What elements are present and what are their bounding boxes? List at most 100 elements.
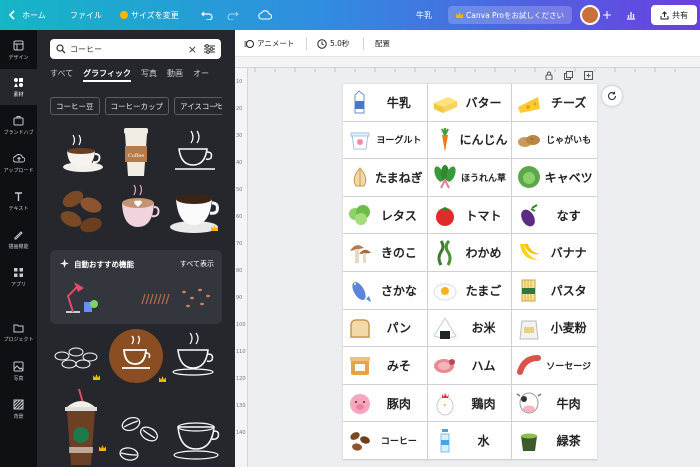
label-card[interactable]: 豚肉 (343, 384, 428, 423)
position-button[interactable]: 配置 (375, 30, 390, 57)
add-page-icon[interactable] (584, 71, 593, 80)
tab-all[interactable]: すべて (50, 68, 73, 82)
lamp-illustration (66, 282, 98, 313)
graphic-latte-art[interactable] (114, 183, 166, 235)
food-label-grid: 牛乳 バター チーズ ヨーグルト にんじん じゃがいも たまねぎ ほうれん草 キ… (343, 84, 597, 460)
search-icon (56, 44, 66, 54)
suggestion-chips: コーヒー豆 コーヒーカップ アイスコーヒ (50, 97, 222, 115)
label-card[interactable]: パン (343, 309, 428, 348)
label-card[interactable]: じゃがいも (512, 122, 597, 160)
rail-item-upload[interactable]: アップロード (0, 145, 37, 181)
lock-icon[interactable] (545, 71, 553, 80)
home-link[interactable]: ホーム (22, 0, 46, 30)
label-card[interactable]: ソーセージ (512, 347, 597, 385)
graphic-cup-line-art[interactable] (168, 330, 220, 382)
chip-coffee-beans[interactable]: コーヒー豆 (50, 97, 100, 115)
auto-recommend-card[interactable]: 自動おすすめ機能 すべて表示 (50, 250, 222, 324)
rail-item-text[interactable]: テキスト (0, 183, 37, 219)
graphic-cup-and-saucer[interactable] (166, 181, 219, 233)
label-card[interactable]: 小麦粉 (512, 310, 597, 348)
butter-icon (433, 97, 457, 114)
label-card[interactable]: 緑茶 (512, 422, 597, 460)
toolbar-divider (306, 37, 307, 50)
label-card[interactable]: 鶏肉 (427, 384, 513, 423)
rail-item-elements[interactable]: 素材 (0, 69, 37, 105)
share-button[interactable]: 共有 (651, 5, 697, 25)
label-card[interactable]: バター (427, 84, 513, 122)
label-card[interactable]: トマト (427, 196, 513, 235)
document-title[interactable]: 牛乳 (416, 0, 432, 30)
tab-graphics[interactable]: グラフィック (83, 68, 131, 82)
rail-item-draw[interactable]: 描画機能 (0, 221, 37, 257)
label-card[interactable]: ほうれん草 (427, 159, 513, 197)
graphic-coffee-cup[interactable] (57, 127, 109, 179)
graphic-frappe-cup[interactable] (59, 387, 111, 467)
filter-icon[interactable] (204, 44, 215, 54)
insights-icon[interactable] (626, 0, 636, 30)
duplicate-page-icon[interactable] (564, 71, 573, 80)
graphic-coffee-line-art[interactable] (169, 127, 221, 179)
graphic-latte-line-art[interactable] (170, 413, 222, 467)
pattern-illustration (141, 288, 210, 308)
label-card[interactable]: さかな (343, 271, 428, 310)
back-icon[interactable] (8, 0, 16, 30)
label-card[interactable]: わかめ (427, 234, 513, 272)
rail-item-background[interactable]: 背景 (0, 391, 37, 427)
rail-item-brand[interactable]: ブランドハブ (0, 107, 37, 143)
graphic-takeaway-cup[interactable]: Coffee (110, 124, 162, 176)
label-card[interactable]: 牛乳 (343, 84, 428, 122)
label-card[interactable]: 牛肉 (512, 385, 597, 423)
add-member-icon[interactable]: + (602, 0, 612, 30)
rail-item-projects[interactable]: プロジェクト (0, 315, 37, 351)
label-card[interactable]: なす (512, 197, 597, 235)
see-all-link[interactable]: すべて表示 (180, 259, 214, 269)
rail-item-photos[interactable]: 写真 (0, 353, 37, 389)
label-card[interactable]: バナナ (512, 234, 597, 272)
label-card[interactable]: パスタ (512, 272, 597, 310)
text-icon (15, 191, 22, 201)
search-input[interactable]: コーヒー × (50, 39, 221, 59)
tab-audio[interactable]: オー (193, 68, 209, 82)
promo-title: 自動おすすめ機能 (74, 260, 134, 269)
duration-button[interactable]: 5.0秒 (317, 30, 349, 57)
undo-icon[interactable] (201, 0, 213, 30)
avatar[interactable] (580, 0, 600, 30)
tab-videos[interactable]: 動画 (167, 68, 183, 82)
graphic-coffee-badge[interactable] (108, 328, 166, 384)
cabbage-icon (518, 166, 541, 189)
label-card[interactable]: お米 (427, 309, 513, 348)
label-card[interactable]: みそ (343, 347, 428, 385)
label-card[interactable]: たまご (427, 271, 513, 310)
label-card[interactable]: たまねぎ (343, 159, 428, 197)
rail-item-apps[interactable]: アプリ (0, 259, 37, 295)
try-pro-button[interactable]: Canva Proをお試しください (448, 6, 572, 24)
cloud-save-icon[interactable] (258, 0, 272, 30)
ruler-left: 10 20 30 40 50 60 70 80 90 100 110 120 1… (235, 68, 248, 467)
resize-button[interactable]: サイズを変更 (120, 0, 179, 30)
redo-icon[interactable] (227, 0, 239, 30)
tab-photos[interactable]: 写真 (141, 68, 157, 82)
label-card[interactable]: コーヒー (343, 422, 428, 460)
refresh-button[interactable] (602, 86, 622, 106)
label-card[interactable]: ハム (427, 347, 513, 385)
sausage-icon (517, 355, 542, 376)
graphic-beans-white[interactable] (109, 410, 161, 467)
label-card[interactable]: キャベツ (512, 159, 597, 197)
label-card[interactable]: にんじん (427, 121, 513, 160)
design-page[interactable]: 牛乳 バター チーズ ヨーグルト にんじん じゃがいも たまねぎ ほうれん草 キ… (343, 84, 597, 460)
label-card[interactable]: きのこ (343, 234, 428, 272)
label-card[interactable]: ヨーグルト (343, 121, 428, 160)
file-menu[interactable]: ファイル (70, 0, 102, 30)
chip-coffee-cup[interactable]: コーヒーカップ (104, 97, 169, 115)
crown-icon (120, 11, 128, 19)
label-card[interactable]: チーズ (512, 84, 597, 122)
graphic-coffee-beans[interactable] (55, 183, 107, 235)
label-card[interactable]: 水 (427, 422, 513, 460)
graphic-beans-line-art[interactable] (50, 330, 102, 382)
label-card[interactable]: レタス (343, 196, 428, 235)
clear-icon[interactable]: × (188, 43, 197, 56)
rail-item-design[interactable]: デザイン (0, 32, 37, 68)
animate-button[interactable]: アニメート (244, 30, 294, 57)
photo-icon (13, 361, 24, 371)
chips-scroll-arrow[interactable]: › (215, 100, 218, 109)
